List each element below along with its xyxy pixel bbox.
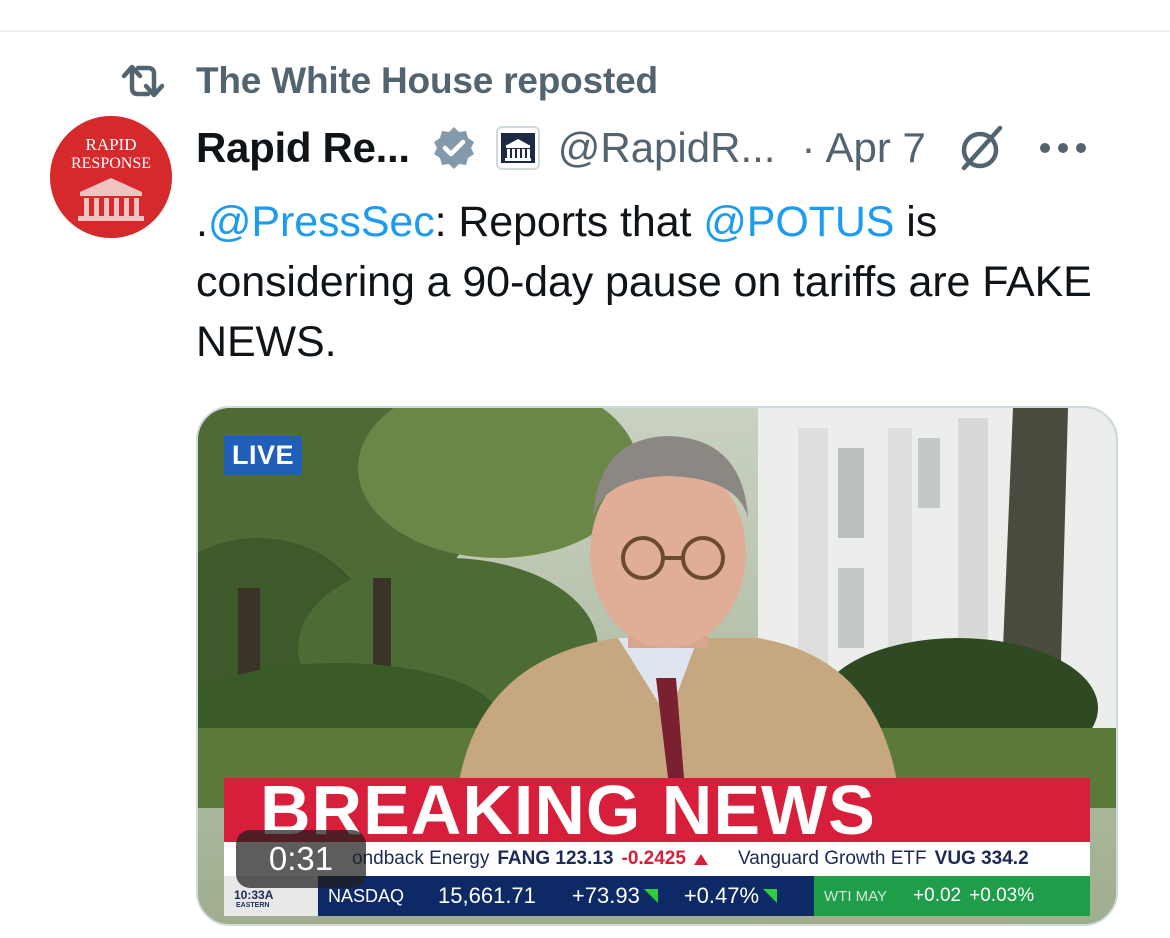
video-duration: 0:31 xyxy=(236,830,366,888)
down-arrow-icon xyxy=(693,853,708,865)
up-arrow-icon xyxy=(643,889,658,903)
author-name[interactable]: Rapid Re... xyxy=(196,124,410,172)
avatar[interactable]: RAPID RESPONSE xyxy=(50,116,172,238)
tweet-header: Rapid Re... @RapidR... · Apr 7 xyxy=(196,118,1086,178)
text-part-1: : Reports that xyxy=(434,198,704,246)
index-change: +73.93 xyxy=(571,883,640,908)
index-value: 15,661.71 xyxy=(438,883,536,908)
wti-percent: +0.03% xyxy=(969,885,1035,906)
repost-context[interactable]: The White House reposted xyxy=(118,58,658,104)
up-arrow-icon-2 xyxy=(763,889,778,903)
mention-potus[interactable]: @POTUS xyxy=(703,198,894,246)
tweet-date[interactable]: Apr 7 xyxy=(825,124,925,172)
more-options-icon[interactable] xyxy=(1039,138,1086,158)
live-badge: LIVE xyxy=(224,436,303,475)
ticker-fund-name: ondback Energy xyxy=(352,848,490,869)
white-house-affiliate-icon[interactable] xyxy=(495,126,540,170)
grok-icon[interactable] xyxy=(956,122,1008,174)
avatar-text-2: RESPONSE xyxy=(71,155,151,172)
ticker-symbol-price: FANG 123.13 xyxy=(497,848,614,869)
text-prefix: . xyxy=(196,198,208,246)
repost-icon xyxy=(118,58,168,104)
index-percent: +0.47% xyxy=(683,883,760,908)
wti-change: +0.02 xyxy=(913,885,962,906)
cnbc-zone: EASTERN xyxy=(236,902,270,909)
repost-label: The White House reposted xyxy=(196,60,658,101)
separator-dot: · xyxy=(801,124,816,171)
video-player[interactable]: LIVE BREAKING NEWS ondback Energy FANG 1… xyxy=(196,406,1118,926)
ticker-next-symbol: VUG 334.2 xyxy=(934,848,1029,869)
rapid-response-logo: RAPID RESPONSE xyxy=(50,116,172,238)
verified-badge-icon[interactable] xyxy=(430,124,478,172)
wti-label: WTI MAY xyxy=(824,887,888,905)
index-name: NASDAQ xyxy=(328,885,405,906)
author-handle[interactable]: @RapidR... xyxy=(558,124,776,172)
mention-presssec[interactable]: @PressSec xyxy=(208,198,435,246)
cnbc-time: 10:33A xyxy=(234,888,274,902)
ticker-next-fund: Vanguard Growth ETF xyxy=(737,848,927,869)
tweet-body: .@PressSec: Reports that @POTUS is consi… xyxy=(196,192,1096,372)
avatar-text-1: RAPID xyxy=(85,135,136,154)
wti-box: WTI MAY +0.02 +0.03% xyxy=(814,876,1090,916)
ticker-change: -0.2425 xyxy=(621,848,686,869)
top-divider xyxy=(0,30,1170,32)
